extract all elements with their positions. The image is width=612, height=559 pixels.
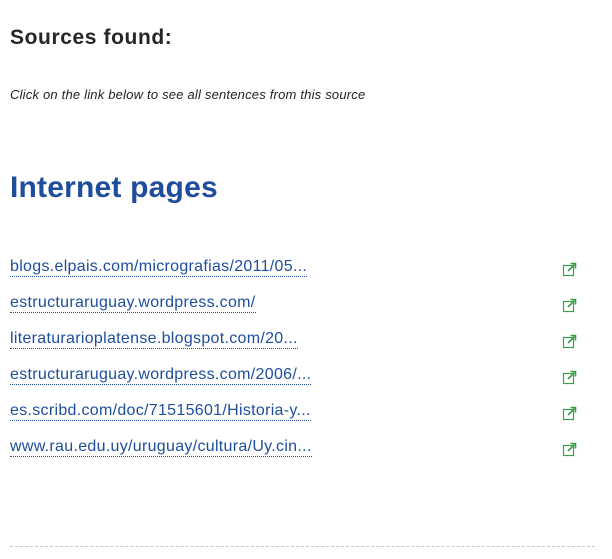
source-link[interactable]: www.rau.edu.uy/uruguay/cultura/Uy.cin... bbox=[10, 437, 312, 457]
source-link[interactable]: literaturarioplatense.blogspot.com/20... bbox=[10, 329, 298, 349]
source-row: estructuraruguay.wordpress.com/2006/... bbox=[10, 360, 590, 396]
external-link-icon[interactable] bbox=[562, 262, 577, 277]
sources-found-title: Sources found: bbox=[10, 26, 173, 49]
source-row: blogs.elpais.com/micrografias/2011/05... bbox=[10, 252, 590, 288]
sources-panel: Sources found: Click on the link below t… bbox=[0, 0, 612, 559]
external-link-icon[interactable] bbox=[562, 298, 577, 313]
source-link[interactable]: es.scribd.com/doc/71515601/Historia-y... bbox=[10, 401, 311, 421]
external-link-icon[interactable] bbox=[562, 406, 577, 421]
internet-pages-heading: Internet pages bbox=[10, 171, 218, 204]
source-row: es.scribd.com/doc/71515601/Historia-y... bbox=[10, 396, 590, 432]
source-link[interactable]: blogs.elpais.com/micrografias/2011/05... bbox=[10, 257, 308, 277]
source-link-list: blogs.elpais.com/micrografias/2011/05...… bbox=[10, 252, 590, 468]
source-link[interactable]: estructuraruguay.wordpress.com/2006/... bbox=[10, 365, 312, 385]
external-link-icon[interactable] bbox=[562, 370, 577, 385]
instruction-text: Click on the link below to see all sente… bbox=[10, 87, 366, 102]
source-row: literaturarioplatense.blogspot.com/20... bbox=[10, 324, 590, 360]
external-link-icon[interactable] bbox=[562, 334, 577, 349]
source-link[interactable]: estructuraruguay.wordpress.com/ bbox=[10, 293, 256, 313]
source-row: estructuraruguay.wordpress.com/ bbox=[10, 288, 590, 324]
external-link-icon[interactable] bbox=[562, 442, 577, 457]
source-row: www.rau.edu.uy/uruguay/cultura/Uy.cin... bbox=[10, 432, 590, 468]
section-divider bbox=[10, 546, 595, 547]
